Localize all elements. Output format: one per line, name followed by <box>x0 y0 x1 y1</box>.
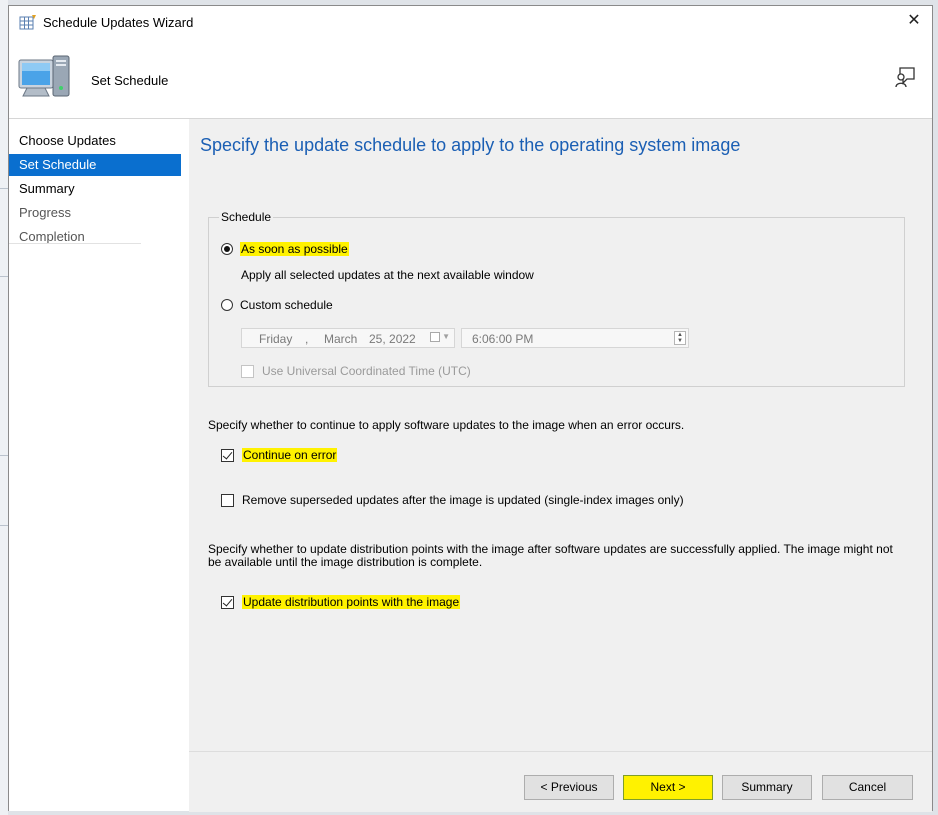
summary-button[interactable]: Summary <box>722 775 812 800</box>
window-title: Schedule Updates Wizard <box>43 15 194 30</box>
chevron-down-icon: ▼ <box>442 332 450 341</box>
background-divider <box>0 525 8 526</box>
time-spinner[interactable]: ▲ ▼ <box>674 331 686 345</box>
background-divider <box>0 455 8 456</box>
update-distribution-label: Update distribution points with the imag… <box>242 595 461 609</box>
content-heading: Specify the update schedule to apply to … <box>200 135 741 155</box>
continue-on-error-checkbox[interactable] <box>221 448 234 462</box>
error-prompt: Specify whether to continue to apply sof… <box>208 418 685 432</box>
previous-button[interactable]: < Previous <box>524 775 614 800</box>
background-window-strip <box>0 0 8 815</box>
close-button[interactable]: ✕ <box>896 6 932 36</box>
remove-superseded-checkbox[interactable] <box>221 493 234 507</box>
update-distribution-checkbox[interactable] <box>221 595 234 609</box>
nav-item-choose-updates[interactable]: Choose Updates <box>9 130 181 152</box>
continue-on-error-option[interactable]: Continue on error <box>221 448 338 462</box>
date-value: 25, 2022 <box>369 332 416 346</box>
distribution-prompt: Specify whether to update distribution p… <box>208 542 893 569</box>
schedule-legend: Schedule <box>219 210 274 224</box>
asap-option[interactable]: As soon as possible <box>221 242 349 256</box>
next-button[interactable]: Next > <box>623 775 713 800</box>
asap-label: As soon as possible <box>240 242 349 256</box>
wizard-steps-nav: Choose Updates Set Schedule Summary Prog… <box>9 119 189 811</box>
update-distribution-option[interactable]: Update distribution points with the imag… <box>221 595 461 609</box>
calendar-icon <box>430 332 440 342</box>
custom-schedule-option[interactable]: Custom schedule <box>221 298 333 312</box>
wizard-header: Set Schedule <box>9 38 932 119</box>
background-divider <box>0 276 8 277</box>
custom-schedule-label: Custom schedule <box>240 298 333 312</box>
asap-description: Apply all selected updates at the next a… <box>241 268 534 282</box>
close-icon: ✕ <box>907 12 921 29</box>
date-separator: , <box>305 332 309 346</box>
continue-on-error-label: Continue on error <box>242 448 338 462</box>
nav-item-completion: Completion <box>19 229 85 244</box>
wizard-app-icon <box>19 15 36 30</box>
time-picker[interactable]: 6:06:00 PM ▲ ▼ <box>461 328 689 348</box>
wizard-footer: < Previous Next > Summary Cancel <box>189 751 932 812</box>
wizard-content: Specify the update schedule to apply to … <box>189 119 932 751</box>
wizard-window: Schedule Updates Wizard ✕ Set Schedule C… <box>8 5 933 812</box>
date-picker[interactable]: Friday , March 25, 2022 ▼ <box>241 328 455 348</box>
remove-superseded-option[interactable]: Remove superseded updates after the imag… <box>221 493 684 507</box>
time-value: 6:06:00 PM <box>472 332 534 346</box>
remove-superseded-label: Remove superseded updates after the imag… <box>242 493 684 507</box>
nav-item-set-schedule[interactable]: Set Schedule <box>9 154 181 176</box>
date-day: Friday <box>259 332 293 346</box>
page-title: Set Schedule <box>91 73 169 88</box>
utc-checkbox <box>241 364 254 378</box>
background-divider <box>0 188 8 189</box>
computer-icon <box>18 55 70 97</box>
nav-item-summary[interactable]: Summary <box>9 178 181 200</box>
utc-option: Use Universal Coordinated Time (UTC) <box>241 364 471 378</box>
cancel-button[interactable]: Cancel <box>822 775 913 800</box>
asap-radio[interactable] <box>221 243 233 255</box>
nav-item-progress: Progress <box>19 205 72 220</box>
title-bar: Schedule Updates Wizard ✕ <box>9 6 932 38</box>
utc-label: Use Universal Coordinated Time (UTC) <box>262 364 471 378</box>
custom-schedule-radio[interactable] <box>221 299 233 311</box>
date-month: March <box>324 332 358 346</box>
nav-divider <box>9 243 141 244</box>
feedback-icon[interactable] <box>894 66 916 88</box>
